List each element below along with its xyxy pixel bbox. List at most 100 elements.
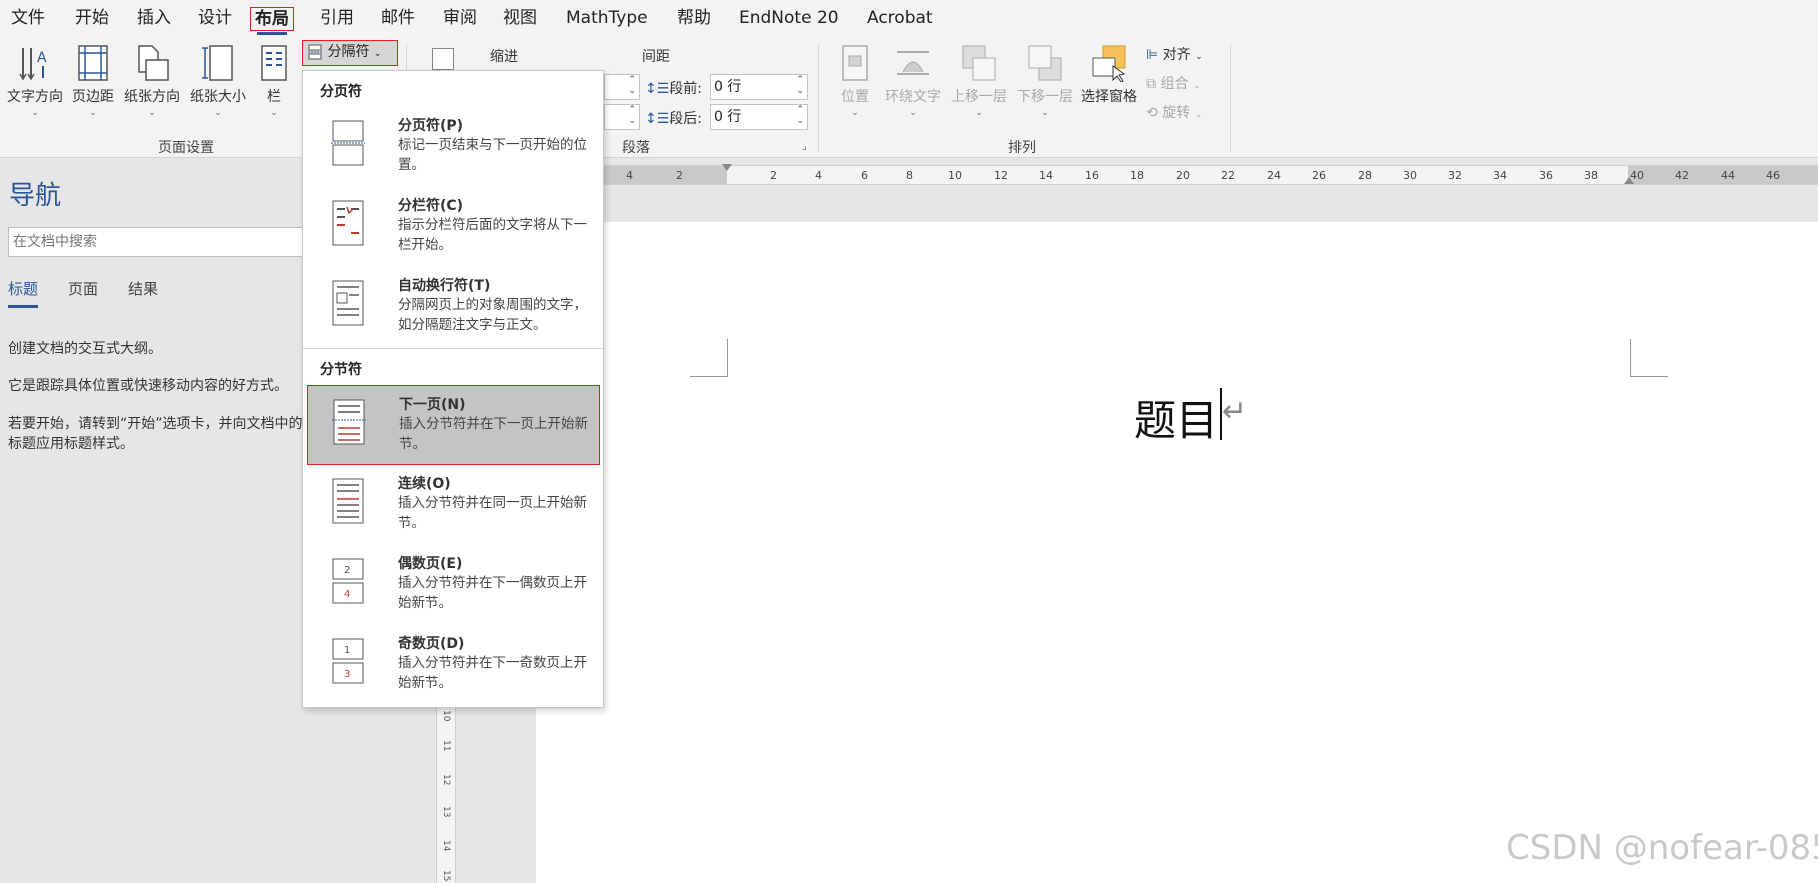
spacing-before-label: ↕☰段前: xyxy=(645,78,702,98)
ruler-tick: 6 xyxy=(861,169,868,182)
group-label: 组合 xyxy=(1160,76,1189,92)
continuous-item[interactable]: 连续(O) 插入分节符并在同一页上开始新节。 xyxy=(307,465,600,545)
tab-layout[interactable]: 布局 xyxy=(250,7,294,35)
chevron-down-icon: ⌄ xyxy=(909,108,917,118)
orientation-label: 纸张方向 xyxy=(124,89,180,105)
item-description: 分隔网页上的对象周围的文字，如分隔题注文字与正文。 xyxy=(398,297,587,333)
chevron-down-icon: ⌄ xyxy=(148,108,156,118)
tab-view[interactable]: 视图 xyxy=(500,7,540,31)
document-page[interactable] xyxy=(536,222,1818,883)
tab-mailings[interactable]: 邮件 xyxy=(378,7,418,31)
svg-text:4: 4 xyxy=(344,589,350,600)
section-header-section-breaks: 分节符 xyxy=(320,362,362,378)
breaks-icon xyxy=(308,44,322,60)
indent-marker[interactable] xyxy=(722,164,732,171)
spacing-before-input[interactable]: 0 行 ⌃ ⌄ xyxy=(710,74,808,100)
tab-review[interactable]: 审阅 xyxy=(440,7,480,31)
next-page-icon xyxy=(332,398,366,446)
svg-text:2: 2 xyxy=(344,565,350,576)
tab-mathtype[interactable]: MathType xyxy=(563,7,651,31)
text-wrapping-break-item[interactable]: 自动换行符(T) 分隔网页上的对象周围的文字，如分隔题注文字与正文。 xyxy=(307,267,600,347)
odd-page-item[interactable]: 13 奇数页(D) 插入分节符并在下一奇数页上开始新节。 xyxy=(307,625,600,705)
margins-label: 页边距 xyxy=(72,89,114,105)
nav-help-text-1: 创建文档的交互式大纲。 xyxy=(8,341,162,357)
chevron-down-icon: ⌄ xyxy=(270,108,278,118)
ruler-tick: 24 xyxy=(1267,169,1281,182)
nav-tab-pages[interactable]: 页面 xyxy=(68,278,98,299)
bring-forward-button[interactable]: 上移一层 ⌄ xyxy=(946,44,1012,118)
size-button[interactable]: 纸张大小 ⌄ xyxy=(186,44,250,118)
rotate-button[interactable]: ⟲ 旋转 ⌄ xyxy=(1146,102,1202,122)
item-title: 奇数页(D) xyxy=(398,636,465,652)
ruler-tick: 10 xyxy=(441,710,451,722)
ruler-tick: 10 xyxy=(948,169,962,182)
column-break-item[interactable]: 分栏符(C) 指示分栏符后面的文字将从下一栏开始。 xyxy=(307,187,600,267)
horizontal-ruler: 4 2 2 4 6 8 10 12 14 16 18 20 22 24 26 2… xyxy=(536,164,1818,185)
chevron-down-icon: ⌄ xyxy=(975,108,983,118)
indent-left-input[interactable]: ⌃ ⌄ xyxy=(604,74,640,100)
spacing-after-icon: ↕☰ xyxy=(645,111,670,127)
nav-tab-results[interactable]: 结果 xyxy=(128,278,158,299)
selection-pane-button[interactable]: 选择窗格 xyxy=(1078,44,1140,106)
dialog-launcher-icon[interactable]: ⌟ xyxy=(802,141,807,152)
nav-tab-headings[interactable]: 标题 xyxy=(8,278,39,308)
document-heading[interactable]: 题目 xyxy=(1134,387,1218,448)
separator xyxy=(1230,44,1231,152)
indent-right-input[interactable]: ⌃ ⌄ xyxy=(604,104,640,130)
ruler-tick: 8 xyxy=(906,169,913,182)
breaks-button[interactable]: 分隔符 ⌄ xyxy=(302,40,398,66)
after-label-text: 段后: xyxy=(669,111,702,127)
watermark: CSDN @nofear-085 xyxy=(1506,828,1818,868)
svg-text:A: A xyxy=(37,50,47,66)
line-numbers-icon xyxy=(432,48,454,70)
spacing-after-input[interactable]: 0 行 ⌃ ⌄ xyxy=(710,104,808,130)
paragraph-mark-icon: ↵ xyxy=(1222,394,1248,429)
columns-button[interactable]: 栏 ⌄ xyxy=(256,44,292,118)
orientation-icon xyxy=(134,44,170,82)
menu-bar: 文件 开始 插入 设计 布局 引用 邮件 审阅 视图 MathType 帮助 E… xyxy=(0,0,1818,36)
ruler-tick: 14 xyxy=(441,840,451,852)
page-break-item[interactable]: 分页符(P) 标记一页结束与下一页开始的位置。 xyxy=(307,107,600,187)
send-backward-button[interactable]: 下移一层 ⌄ xyxy=(1012,44,1078,118)
rotate-label: 旋转 xyxy=(1162,105,1191,121)
chevron-down-icon: ⌄ xyxy=(1194,110,1203,120)
orientation-button[interactable]: 纸张方向 ⌄ xyxy=(120,44,184,118)
ruler-tick: 22 xyxy=(1221,169,1235,182)
tab-acrobat[interactable]: Acrobat xyxy=(864,7,936,31)
tab-references[interactable]: 引用 xyxy=(317,7,357,31)
spacing-label: 间距 xyxy=(642,49,670,65)
margins-icon xyxy=(75,44,111,82)
spinner-icon: ⌃ ⌄ xyxy=(628,105,636,126)
tab-endnote[interactable]: EndNote 20 xyxy=(736,7,842,31)
ruler-tick: 42 xyxy=(1675,169,1689,182)
paper-size-icon xyxy=(200,44,236,82)
ruler-tick: 14 xyxy=(1039,169,1053,182)
tab-file[interactable]: 文件 xyxy=(8,7,48,31)
even-page-item[interactable]: 24 偶数页(E) 插入分节符并在下一偶数页上开始新节。 xyxy=(307,545,600,625)
item-title: 下一页(N) xyxy=(399,397,466,413)
text-direction-button[interactable]: A 文字方向 ⌄ xyxy=(4,44,66,118)
ruler-tick: 32 xyxy=(1448,169,1462,182)
spacing-before-icon: ↕☰ xyxy=(645,81,670,97)
wrap-text-button[interactable]: 环绕文字 ⌄ xyxy=(880,44,946,118)
ruler-tick: 36 xyxy=(1539,169,1553,182)
ruler-tick: 15 xyxy=(441,870,451,882)
indent-marker[interactable] xyxy=(1624,177,1634,184)
crop-mark xyxy=(1630,339,1668,377)
margins-button[interactable]: 页边距 ⌄ xyxy=(68,44,118,118)
tab-home[interactable]: 开始 xyxy=(72,7,112,31)
position-button[interactable]: 位置 ⌄ xyxy=(830,44,880,118)
separator xyxy=(818,44,819,152)
align-button[interactable]: ⊫ 对齐 ⌄ xyxy=(1146,44,1203,64)
send-backward-label: 下移一层 xyxy=(1017,89,1073,105)
ruler-tick: 30 xyxy=(1403,169,1417,182)
group-button[interactable]: ⧉ 组合 ⌄ xyxy=(1146,73,1200,93)
before-value: 0 行 xyxy=(714,79,742,95)
item-title: 自动换行符(T) xyxy=(398,278,491,294)
tab-insert[interactable]: 插入 xyxy=(134,7,174,31)
wrap-text-icon xyxy=(895,44,931,82)
breaks-label: 分隔符 xyxy=(327,44,370,60)
tab-help[interactable]: 帮助 xyxy=(674,7,714,31)
next-page-item[interactable]: 下一页(N) 插入分节符并在下一页上开始新节。 xyxy=(307,385,600,465)
tab-design[interactable]: 设计 xyxy=(195,7,235,31)
